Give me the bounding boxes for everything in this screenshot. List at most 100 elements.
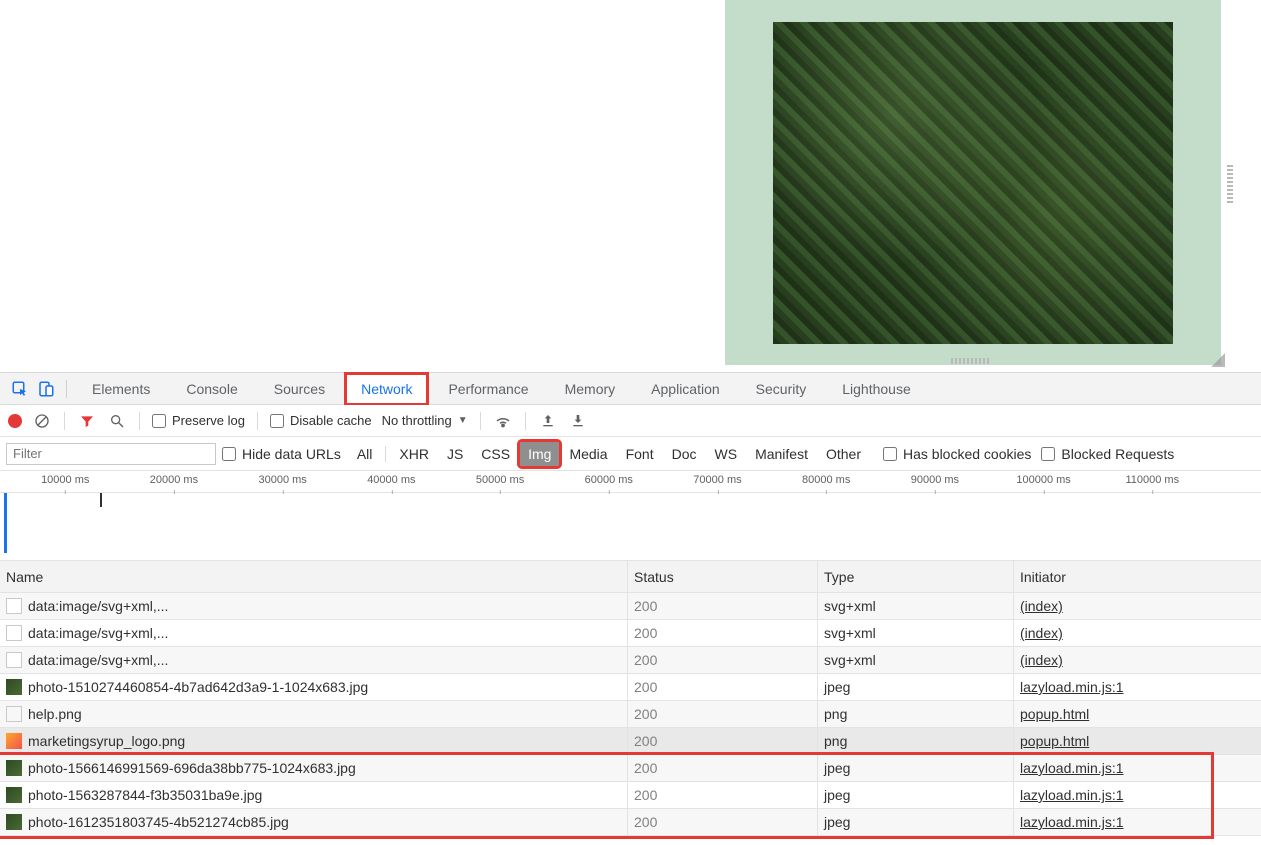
blocked-cookies-checkbox[interactable]: Has blocked cookies	[883, 446, 1031, 462]
file-thumb-icon	[6, 760, 22, 776]
cell-status: 200	[628, 593, 818, 619]
hide-data-urls-checkbox[interactable]: Hide data URLs	[222, 446, 341, 462]
device-toggle-icon[interactable]	[34, 377, 58, 401]
timeline-ruler: 10000 ms20000 ms30000 ms40000 ms50000 ms…	[0, 471, 1261, 493]
initiator-link[interactable]: (index)	[1020, 598, 1063, 614]
timeline-tick: 40000 ms	[367, 474, 415, 486]
preserve-log-checkbox[interactable]: Preserve log	[152, 413, 245, 428]
cell-name: photo-1566146991569-696da38bb775-1024x68…	[0, 755, 628, 781]
tab-sources[interactable]: Sources	[257, 372, 342, 406]
initiator-link[interactable]: lazyload.min.js:1	[1020, 760, 1124, 776]
inspect-icon[interactable]	[8, 377, 32, 401]
timeline-tick: 100000 ms	[1016, 474, 1070, 486]
initiator-link[interactable]: lazyload.min.js:1	[1020, 814, 1124, 830]
ftype-js[interactable]: JS	[439, 442, 471, 466]
network-timeline[interactable]: 10000 ms20000 ms30000 ms40000 ms50000 ms…	[0, 471, 1261, 561]
cell-initiator: popup.html	[1014, 701, 1261, 727]
cell-type: jpeg	[818, 809, 1014, 835]
table-row[interactable]: photo-1510274460854-4b7ad642d3a9-1-1024x…	[0, 674, 1261, 701]
col-initiator[interactable]: Initiator	[1014, 561, 1261, 592]
cell-type: jpeg	[818, 755, 1014, 781]
ftype-manifest[interactable]: Manifest	[747, 442, 816, 466]
initiator-link[interactable]: lazyload.min.js:1	[1020, 679, 1124, 695]
cell-status: 200	[628, 647, 818, 673]
file-thumb-icon	[6, 625, 22, 641]
search-icon[interactable]	[107, 411, 127, 431]
col-name[interactable]: Name	[0, 561, 628, 592]
table-row[interactable]: photo-1563287844-f3b35031ba9e.jpg200jpeg…	[0, 782, 1261, 809]
hide-data-urls-label: Hide data URLs	[242, 446, 341, 462]
cell-type: svg+xml	[818, 593, 1014, 619]
wifi-icon[interactable]	[493, 411, 513, 431]
disable-cache-checkbox[interactable]: Disable cache	[270, 413, 372, 428]
chevron-down-icon: ▼	[458, 415, 468, 426]
cell-status: 200	[628, 620, 818, 646]
cell-name: data:image/svg+xml,...	[0, 647, 628, 673]
tab-network[interactable]: Network	[344, 372, 429, 406]
tab-performance[interactable]: Performance	[431, 372, 545, 406]
initiator-link[interactable]: (index)	[1020, 652, 1063, 668]
cell-initiator: popup.html	[1014, 728, 1261, 754]
devtools-panel: Elements Console Sources Network Perform…	[0, 372, 1261, 845]
cell-name: data:image/svg+xml,...	[0, 620, 628, 646]
tab-security[interactable]: Security	[739, 372, 824, 406]
table-row[interactable]: marketingsyrup_logo.png200pngpopup.html	[0, 728, 1261, 755]
tab-application[interactable]: Application	[634, 372, 737, 406]
resize-handle-vertical[interactable]	[1227, 165, 1233, 205]
table-row[interactable]: help.png200pngpopup.html	[0, 701, 1261, 728]
tab-memory[interactable]: Memory	[548, 372, 633, 406]
ftype-xhr[interactable]: XHR	[391, 442, 437, 466]
filter-icon[interactable]	[77, 411, 97, 431]
col-status[interactable]: Status	[628, 561, 818, 592]
cell-name: marketingsyrup_logo.png	[0, 728, 628, 754]
throttling-select[interactable]: No throttling ▼	[382, 413, 468, 428]
ftype-doc[interactable]: Doc	[664, 442, 705, 466]
table-row[interactable]: photo-1612351803745-4b521274cb85.jpg200j…	[0, 809, 1261, 836]
cell-status: 200	[628, 674, 818, 700]
resize-corner-icon[interactable]	[1211, 353, 1225, 367]
table-header: Name Status Type Initiator	[0, 561, 1261, 593]
blocked-requests-checkbox[interactable]: Blocked Requests	[1041, 446, 1174, 462]
table-row[interactable]: data:image/svg+xml,...200svg+xml(index)	[0, 593, 1261, 620]
ftype-font[interactable]: Font	[618, 442, 662, 466]
initiator-link[interactable]: popup.html	[1020, 706, 1089, 722]
cell-name: help.png	[0, 701, 628, 727]
timeline-tick: 30000 ms	[258, 474, 306, 486]
timeline-tick: 60000 ms	[585, 474, 633, 486]
upload-icon[interactable]	[538, 411, 558, 431]
cell-status: 200	[628, 728, 818, 754]
tab-console[interactable]: Console	[169, 372, 254, 406]
cell-initiator: lazyload.min.js:1	[1014, 674, 1261, 700]
filter-input[interactable]	[6, 443, 216, 465]
ftype-img[interactable]: Img	[520, 442, 559, 466]
timeline-marker[interactable]	[4, 493, 7, 553]
initiator-link[interactable]: (index)	[1020, 625, 1063, 641]
ftype-other[interactable]: Other	[818, 442, 869, 466]
download-icon[interactable]	[568, 411, 588, 431]
preview-frame	[725, 0, 1221, 365]
clear-icon[interactable]	[32, 411, 52, 431]
ftype-css[interactable]: CSS	[473, 442, 518, 466]
ftype-ws[interactable]: WS	[707, 442, 746, 466]
ftype-all[interactable]: All	[349, 442, 381, 466]
cell-status: 200	[628, 701, 818, 727]
resize-handle-horizontal[interactable]	[951, 358, 991, 364]
ftype-media[interactable]: Media	[561, 442, 615, 466]
tab-elements[interactable]: Elements	[75, 372, 167, 406]
timeline-tick: 10000 ms	[41, 474, 89, 486]
table-row[interactable]: photo-1566146991569-696da38bb775-1024x68…	[0, 755, 1261, 782]
cell-type: jpeg	[818, 782, 1014, 808]
table-row[interactable]: data:image/svg+xml,...200svg+xml(index)	[0, 647, 1261, 674]
tab-lighthouse[interactable]: Lighthouse	[825, 372, 928, 406]
page-preview-area	[0, 0, 1261, 372]
col-type[interactable]: Type	[818, 561, 1014, 592]
throttling-value: No throttling	[382, 413, 452, 428]
timeline-tick: 70000 ms	[693, 474, 741, 486]
disable-cache-label: Disable cache	[290, 413, 372, 428]
initiator-link[interactable]: popup.html	[1020, 733, 1089, 749]
table-row[interactable]: data:image/svg+xml,...200svg+xml(index)	[0, 620, 1261, 647]
record-button[interactable]	[8, 414, 22, 428]
blocked-cookies-label: Has blocked cookies	[903, 446, 1031, 462]
initiator-link[interactable]: lazyload.min.js:1	[1020, 787, 1124, 803]
devtools-tabs: Elements Console Sources Network Perform…	[0, 373, 1261, 405]
